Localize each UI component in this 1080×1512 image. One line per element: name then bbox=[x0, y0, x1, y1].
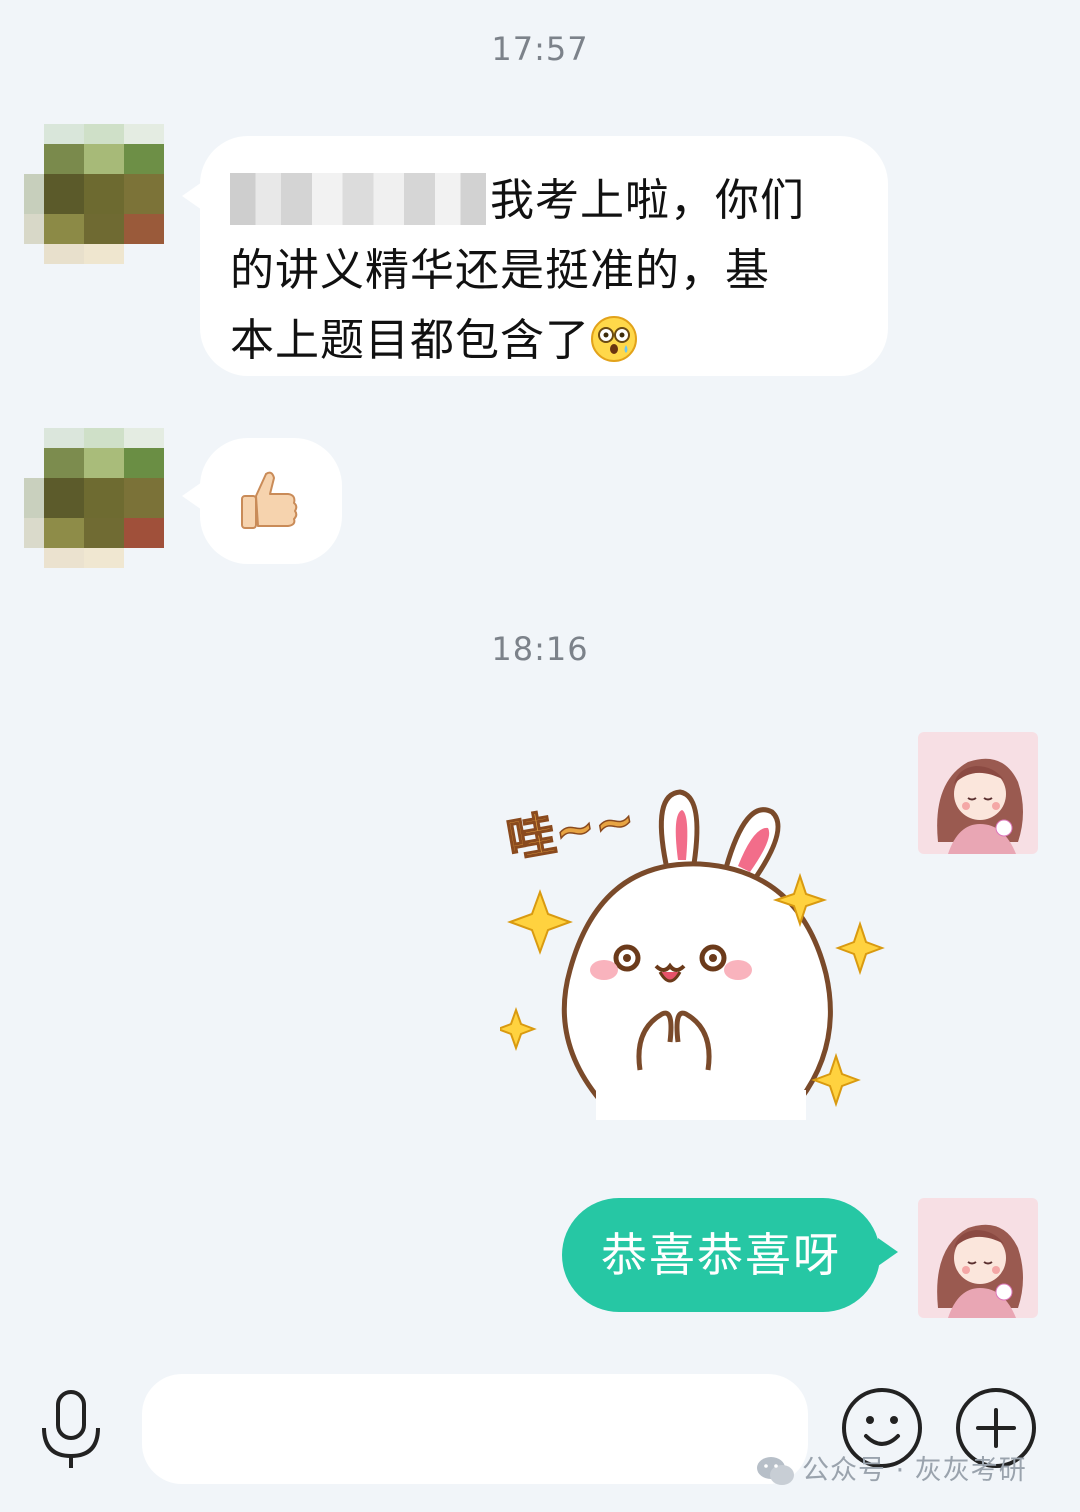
timestamp: 18:16 bbox=[491, 630, 589, 668]
message-text: 我考上啦，你们 的讲义精华还是挺准的，基 本上题目都包含了 bbox=[230, 166, 868, 376]
message-text: 恭喜恭喜呀 bbox=[601, 1228, 841, 1282]
message-line: 我考上啦，你们 bbox=[490, 175, 805, 226]
my-avatar[interactable] bbox=[918, 732, 1038, 854]
message-line: 本上题目都包含了 bbox=[230, 315, 590, 366]
bubble-tail bbox=[182, 182, 202, 210]
incoming-message-bubble[interactable]: 我考上啦，你们 的讲义精华还是挺准的，基 本上题目都包含了 bbox=[182, 136, 888, 376]
watermark: 公众号 · 灰灰考研 bbox=[756, 1450, 1027, 1492]
astonished-face-emoji bbox=[591, 316, 637, 362]
contact-avatar[interactable] bbox=[24, 124, 164, 264]
microphone-icon[interactable] bbox=[36, 1388, 106, 1476]
timestamp: 17:57 bbox=[491, 30, 589, 68]
bubble-tail bbox=[182, 482, 202, 510]
outgoing-message-bubble[interactable]: 恭喜恭喜呀 bbox=[562, 1198, 898, 1312]
message-line: 的讲义精华还是挺准的，基 bbox=[230, 245, 770, 296]
wechat-icon bbox=[757, 1457, 794, 1485]
contact-avatar[interactable] bbox=[24, 428, 164, 568]
my-avatar[interactable] bbox=[918, 1198, 1038, 1318]
message-input[interactable] bbox=[142, 1374, 808, 1484]
thumbs-up-emoji bbox=[241, 471, 298, 529]
redacted-text bbox=[230, 173, 486, 225]
watermark-text: 公众号 · 灰灰考研 bbox=[802, 1455, 1027, 1486]
rabbit-sticker[interactable]: 哇~~ bbox=[495, 760, 890, 1130]
sticker-caption: 哇~~ bbox=[503, 792, 639, 869]
incoming-emoji-bubble[interactable] bbox=[182, 438, 342, 564]
bubble-tail bbox=[878, 1238, 898, 1266]
